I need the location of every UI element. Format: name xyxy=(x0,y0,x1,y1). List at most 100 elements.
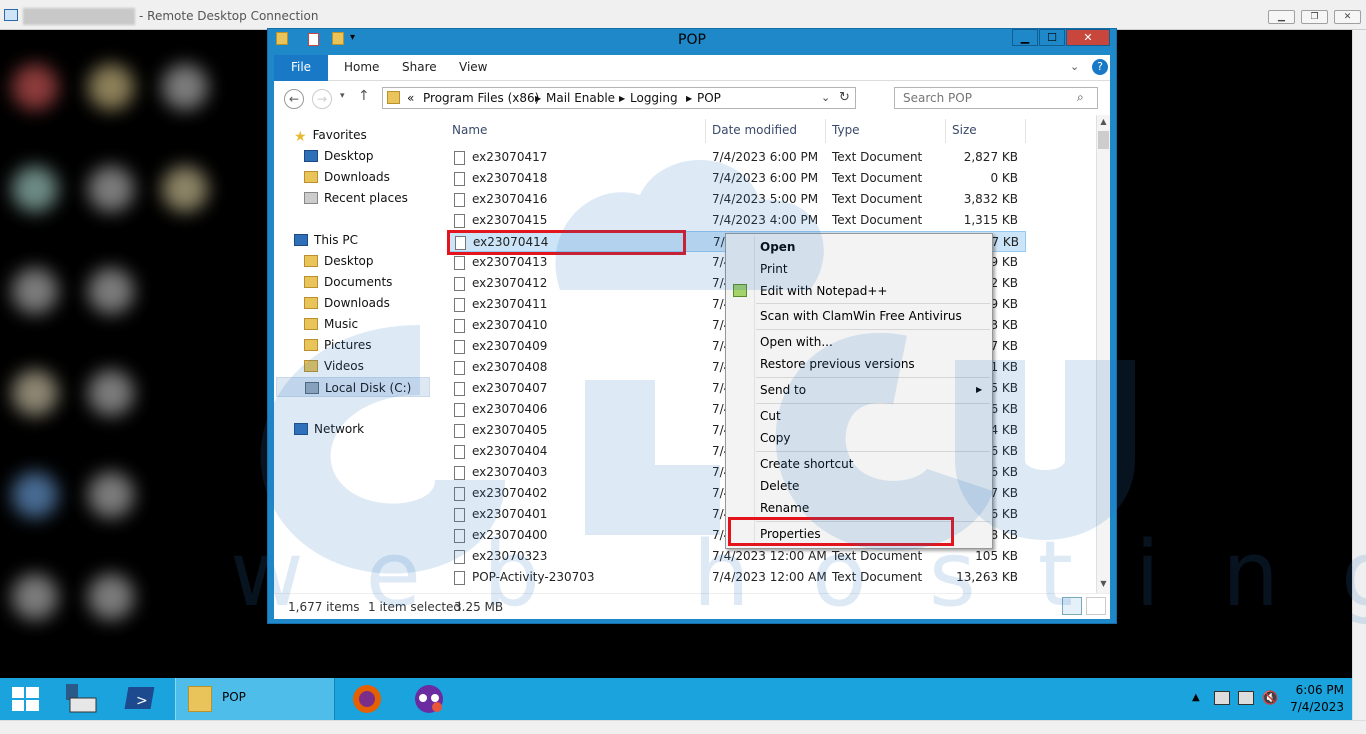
nav-network[interactable]: Network xyxy=(294,419,364,439)
taskbar-explorer-pop[interactable]: POP xyxy=(175,678,335,720)
menu-item-restore-versions[interactable]: Restore previous versions xyxy=(760,354,915,374)
menu-item-send-to[interactable]: Send to xyxy=(760,380,806,400)
nav-pictures[interactable]: Pictures xyxy=(304,335,372,355)
rdp-horizontal-scrollbar[interactable] xyxy=(0,720,1366,734)
rdp-minimize-button[interactable]: ▁ xyxy=(1268,10,1295,24)
table-row[interactable]: POP-Activity-230703 7/4/2023 12:00 AM Text… xyxy=(448,567,1026,588)
menu-item-scan-clamwin[interactable]: Scan with ClamWin Free Antivirus xyxy=(760,306,962,326)
search-input[interactable] xyxy=(903,91,1073,105)
table-row[interactable]: ex23070416 7/4/2023 5:00 PM Text Document 3… xyxy=(448,189,1026,210)
table-row[interactable]: ex23070415 7/4/2023 4:00 PM Text Document 1… xyxy=(448,210,1026,231)
scroll-down-icon[interactable]: ▼ xyxy=(1097,577,1110,591)
scroll-up-icon[interactable]: ▲ xyxy=(1097,115,1110,129)
rdp-close-button[interactable]: ✕ xyxy=(1334,10,1361,24)
nav-music[interactable]: Music xyxy=(304,314,358,334)
table-row[interactable]: ex23070417 7/4/2023 6:00 PM Text Document 2… xyxy=(448,147,1026,168)
tab-share[interactable]: Share xyxy=(402,60,437,74)
details-view-icon[interactable] xyxy=(1062,597,1082,615)
desktop-blurred-icon[interactable] xyxy=(162,166,208,212)
tab-file[interactable]: File xyxy=(274,55,328,81)
firefox-button[interactable] xyxy=(345,678,389,720)
start-button[interactable] xyxy=(0,678,52,720)
nav-local-disk[interactable]: Local Disk (C:) xyxy=(276,377,430,397)
menu-item-edit-notepad[interactable]: Edit with Notepad++ xyxy=(760,281,887,301)
desktop-blurred-icon[interactable] xyxy=(88,268,134,314)
scroll-thumb[interactable] xyxy=(1098,131,1109,149)
rdp-vertical-scrollbar[interactable] xyxy=(1352,30,1366,720)
tab-home[interactable]: Home xyxy=(344,60,379,74)
breadcrumb-overflow[interactable]: « xyxy=(407,91,414,105)
desktop-blurred-icon[interactable] xyxy=(88,166,134,212)
nav-favorites[interactable]: ★ Favorites xyxy=(294,125,367,145)
desktop-blurred-icon[interactable] xyxy=(12,166,58,212)
ribbon-expand-icon[interactable]: ⌄ xyxy=(1070,60,1079,73)
column-size[interactable]: Size xyxy=(946,119,1026,143)
nav-desktop[interactable]: Desktop xyxy=(304,146,374,166)
nav-pc-desktop[interactable]: Desktop xyxy=(304,251,374,271)
breadcrumb-pop[interactable]: POP xyxy=(697,91,721,105)
close-button[interactable]: ✕ xyxy=(1066,29,1110,46)
nav-recent-places[interactable]: Recent places xyxy=(304,188,408,208)
desktop-blurred-icon[interactable] xyxy=(88,370,134,416)
large-icons-view-icon[interactable] xyxy=(1086,597,1106,615)
powershell-button[interactable]: > xyxy=(118,678,170,720)
desktop-blurred-icon[interactable] xyxy=(162,64,208,110)
desktop-blurred-icon[interactable] xyxy=(12,64,58,110)
desktop-blurred-icon[interactable] xyxy=(12,370,58,416)
desktop-blurred-icon[interactable] xyxy=(88,574,134,620)
nav-pc-downloads[interactable]: Downloads xyxy=(304,293,390,313)
address-bar[interactable]: « Program Files (x86) ▶ Mail Enable ▶ Lo… xyxy=(382,87,856,109)
table-row[interactable]: ex23070418 7/4/2023 6:00 PM Text Document 0… xyxy=(448,168,1026,189)
search-icon[interactable]: ⌕ xyxy=(1077,90,1084,105)
nav-documents[interactable]: Documents xyxy=(304,272,392,292)
refresh-icon[interactable]: ↻ xyxy=(839,90,850,105)
minimize-button[interactable]: ▁ xyxy=(1012,29,1038,46)
server-manager-button[interactable] xyxy=(56,678,108,720)
rdp-restore-button[interactable]: ❐ xyxy=(1301,10,1328,24)
nav-this-pc[interactable]: This PC xyxy=(294,230,358,250)
nav-videos[interactable]: Videos xyxy=(304,356,364,376)
address-dropdown-icon[interactable]: ⌄ xyxy=(821,91,830,104)
breadcrumb-separator-icon[interactable]: ▶ xyxy=(535,94,541,103)
menu-item-open[interactable]: Open xyxy=(760,237,795,257)
menu-item-print[interactable]: Print xyxy=(760,259,788,279)
table-row[interactable]: ex23070323 7/4/2023 12:00 AM Text Document… xyxy=(448,546,1026,567)
column-name[interactable]: Name xyxy=(434,119,706,143)
desktop-blurred-icon[interactable] xyxy=(88,64,134,110)
search-box[interactable]: ⌕ xyxy=(894,87,1098,109)
breadcrumb-separator-icon[interactable]: ▶ xyxy=(686,94,692,103)
volume-muted-icon[interactable]: 🔇 xyxy=(1262,691,1278,706)
desktop-blurred-icon[interactable] xyxy=(88,472,134,518)
nav-downloads[interactable]: Downloads xyxy=(304,167,390,187)
breadcrumb-program-files[interactable]: Program Files (x86) xyxy=(423,91,539,105)
app-button[interactable] xyxy=(407,678,451,720)
breadcrumb-separator-icon[interactable]: ▶ xyxy=(619,94,625,103)
show-hidden-icons-icon[interactable]: ▲ xyxy=(1192,692,1200,703)
menu-item-delete[interactable]: Delete xyxy=(760,476,799,496)
up-button[interactable]: ↑ xyxy=(358,88,370,104)
notepad-plus-plus-icon xyxy=(733,284,747,297)
menu-item-create-shortcut[interactable]: Create shortcut xyxy=(760,454,853,474)
menu-item-copy[interactable]: Copy xyxy=(760,428,790,448)
help-icon[interactable]: ? xyxy=(1092,59,1108,75)
forward-button[interactable]: → xyxy=(312,89,332,109)
tab-view[interactable]: View xyxy=(459,60,487,74)
network-status-icon[interactable] xyxy=(1238,691,1254,705)
menu-item-cut[interactable]: Cut xyxy=(760,406,781,426)
column-type[interactable]: Type xyxy=(826,119,946,143)
file-list-scrollbar[interactable]: ▲ ▼ xyxy=(1096,115,1110,593)
column-date-modified[interactable]: Date modified xyxy=(706,119,826,143)
breadcrumb-mail-enable[interactable]: Mail Enable xyxy=(546,91,615,105)
recent-locations-icon[interactable]: ▾ xyxy=(340,91,345,101)
breadcrumb-logging[interactable]: Logging xyxy=(630,91,678,105)
maximize-button[interactable]: ☐ xyxy=(1039,29,1065,46)
action-center-icon[interactable] xyxy=(1214,691,1230,705)
menu-item-rename[interactable]: Rename xyxy=(760,498,809,518)
desktop-blurred-icon[interactable] xyxy=(12,574,58,620)
star-icon: ★ xyxy=(294,129,307,145)
back-button[interactable]: ← xyxy=(284,89,304,109)
desktop-blurred-icon[interactable] xyxy=(12,472,58,518)
desktop-blurred-icon[interactable] xyxy=(12,268,58,314)
menu-item-open-with[interactable]: Open with... xyxy=(760,332,833,352)
system-clock[interactable]: 6:06 PM 7/4/2023 xyxy=(1290,682,1344,716)
